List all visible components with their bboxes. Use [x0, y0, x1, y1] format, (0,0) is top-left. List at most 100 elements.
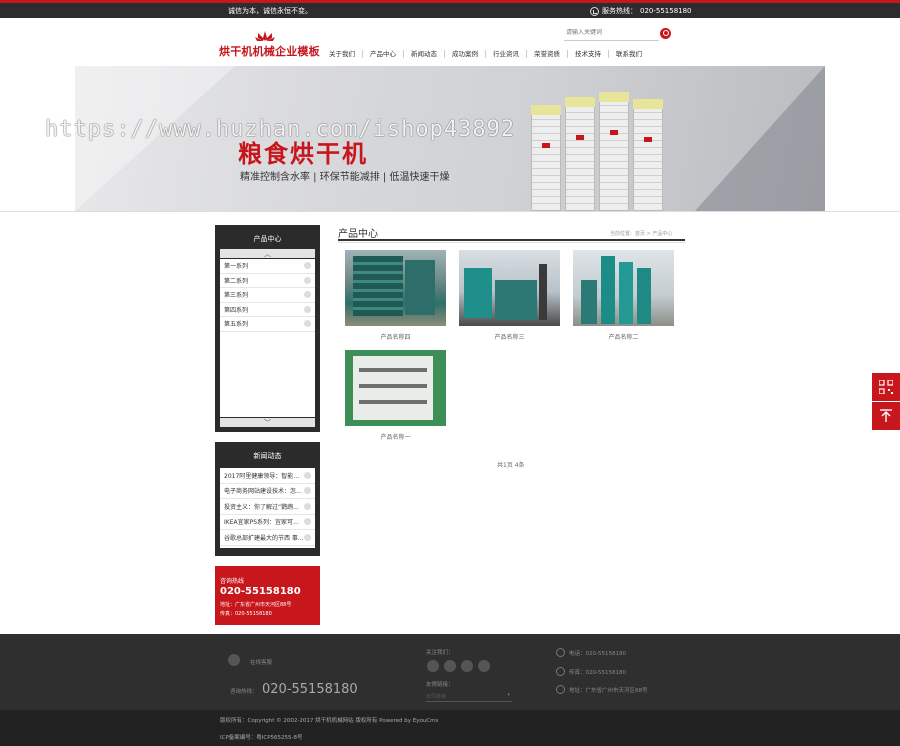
nav-contact[interactable]: 联系我们	[609, 50, 649, 58]
footer-fax: 传真：020-55158180	[569, 670, 626, 676]
phone-icon	[556, 648, 565, 657]
category-item[interactable]: 第三系列	[220, 288, 315, 303]
divider	[338, 242, 685, 243]
wechat-icon[interactable]	[478, 660, 490, 672]
news-item[interactable]: 谷歌总部扩建最大的节西 事...	[220, 530, 315, 546]
scroll-down-button[interactable]: ﹀	[220, 418, 315, 427]
banner-shape	[695, 66, 825, 211]
breadcrumb[interactable]: 当前位置：首页 > 产品中心	[610, 230, 672, 237]
nav-news[interactable]: 新闻动态	[404, 50, 445, 58]
divider	[0, 211, 900, 212]
category-item[interactable]: 第四系列	[220, 303, 315, 317]
product-image[interactable]	[345, 350, 446, 426]
weibo-icon[interactable]	[427, 660, 439, 672]
product-image[interactable]	[459, 250, 560, 326]
pagination-info: 共1页 4条	[497, 462, 525, 469]
nav-products[interactable]: 产品中心	[363, 50, 404, 58]
nav-cases[interactable]: 成功案例	[445, 50, 486, 58]
footer-phone: 电话：020-55158180	[569, 651, 626, 657]
phone-icon	[590, 6, 599, 16]
contact-address: 地址：广东省广州市天河区88号	[220, 602, 292, 608]
category-item[interactable]: 第五系列	[220, 317, 315, 332]
nav-honors[interactable]: 荣誉资质	[527, 50, 568, 58]
news-box: 新闻动态 2017阿里健康领导：智能卫... 电子商务网站建设技术：怎... 投…	[215, 442, 320, 556]
hotline: 服务热线： 020-55158180	[590, 6, 692, 16]
dot-icon	[304, 487, 311, 495]
product-category-box: 产品中心 ︿ 第一系列 第二系列 第三系列 第四系列 第五系列 ﹀	[215, 225, 320, 432]
product-card[interactable]: 产品名称二	[573, 250, 674, 341]
top-bar: 诚信为本，诚信永恒不变。 服务热线： 020-55158180	[0, 3, 900, 18]
qzone-icon[interactable]	[461, 660, 473, 672]
product-name[interactable]: 产品名称一	[345, 432, 446, 441]
icp-text[interactable]: ICP备案编号：粤ICP565255-8号	[220, 733, 303, 741]
product-card[interactable]: 产品名称三	[459, 250, 560, 341]
news-item[interactable]: IKEA宜家PS系列：宜家可以...	[220, 515, 315, 530]
footer-qq-text[interactable]: 在线客服	[250, 658, 272, 666]
dot-icon	[304, 471, 311, 479]
dot-icon	[304, 262, 311, 270]
nav-about[interactable]: 关于我们	[322, 50, 363, 58]
product-image[interactable]	[345, 250, 446, 326]
footer-links-label: 友情链接：	[426, 682, 454, 688]
dot-icon	[304, 276, 311, 284]
logo-text: 烘干机机械企业模板	[219, 45, 320, 58]
chevron-down-icon: ▾	[507, 692, 510, 698]
lotus-logo-icon	[255, 31, 275, 41]
qrcode-icon	[879, 380, 893, 394]
product-card[interactable]: 产品名称四	[345, 250, 446, 341]
footer-hotline-label: 咨询热线：	[230, 689, 258, 695]
copyright-text: 版权所有：Copyright © 2002-2017 烘干机机械网站 版权所有 …	[220, 718, 439, 724]
hotline-number: 020-55158180	[640, 7, 692, 15]
footer-bottom: 版权所有：Copyright © 2002-2017 烘干机机械网站 版权所有 …	[0, 710, 900, 746]
search-input[interactable]	[564, 29, 654, 36]
grain-dryer-image	[633, 99, 663, 211]
slogan-text: 诚信为本，诚信永恒不变。	[228, 7, 312, 15]
dot-icon	[304, 291, 311, 299]
product-name[interactable]: 产品名称三	[459, 332, 560, 341]
contact-box: 咨询热线 020-55158180 地址：广东省广州市天河区88号 传真：020…	[215, 566, 320, 625]
chevron-up-icon: ︿	[264, 249, 271, 258]
site-logo[interactable]: 烘干机机械企业模板	[219, 31, 320, 61]
title-underline	[338, 239, 685, 241]
links-select[interactable]: 友情链接 ▾	[426, 692, 512, 702]
back-to-top-icon	[880, 409, 892, 422]
product-card[interactable]: 产品名称一	[345, 350, 446, 441]
scroll-up-button[interactable]: ︿	[220, 249, 315, 258]
tencent-weibo-icon[interactable]	[444, 660, 456, 672]
product-category-list: 第一系列 第二系列 第三系列 第四系列 第五系列	[220, 259, 315, 417]
back-to-top-button[interactable]	[872, 402, 900, 430]
nav-support[interactable]: 技术支持	[568, 50, 609, 58]
dot-icon	[304, 320, 311, 328]
chevron-down-icon: ﹀	[264, 418, 271, 427]
contact-phone: 020-55158180	[220, 586, 301, 597]
category-item[interactable]: 第一系列	[220, 259, 315, 274]
nav-industry[interactable]: 行业资讯	[486, 50, 527, 58]
news-title: 新闻动态	[253, 452, 282, 460]
product-name[interactable]: 产品名称二	[573, 332, 674, 341]
qq-icon[interactable]	[228, 654, 240, 666]
dot-icon	[304, 502, 311, 510]
site-header: 烘干机机械企业模板 关于我们 产品中心 新闻动态 成功案例 行业资讯 荣誉资质 …	[0, 18, 900, 66]
site-footer: 在线客服 咨询热线： 020-55158180 关注我们： 友情链接： 友情链接…	[0, 634, 900, 710]
footer-hotline: 020-55158180	[262, 682, 358, 697]
hotline-label: 服务热线：	[602, 7, 637, 15]
product-name[interactable]: 产品名称四	[345, 332, 446, 341]
product-image[interactable]	[573, 250, 674, 326]
footer-address: 地址：广东省广州市天河区88号	[569, 688, 648, 694]
contact-label: 咨询热线	[220, 578, 245, 585]
news-item[interactable]: 投资主义：你了解过“鹦鹉...	[220, 499, 315, 515]
dot-icon	[304, 518, 311, 526]
news-item[interactable]: 电子商务网站建设技术：怎...	[220, 484, 315, 499]
grain-dryer-image	[531, 105, 561, 211]
news-item[interactable]: 2017阿里健康领导：智能卫...	[220, 468, 315, 484]
contact-fax: 传真：020-55158180	[220, 611, 272, 617]
product-category-title: 产品中心	[253, 235, 282, 243]
category-item[interactable]: 第二系列	[220, 274, 315, 288]
fax-icon	[556, 667, 565, 676]
banner-subtitle: 精准控制含水率 | 环保节能减排 | 低温快速干燥	[240, 172, 450, 183]
qrcode-button[interactable]	[872, 373, 900, 401]
search-icon[interactable]	[660, 28, 671, 39]
search-box	[564, 28, 659, 41]
grain-dryer-image	[599, 92, 629, 211]
page-title: 产品中心	[338, 229, 378, 240]
